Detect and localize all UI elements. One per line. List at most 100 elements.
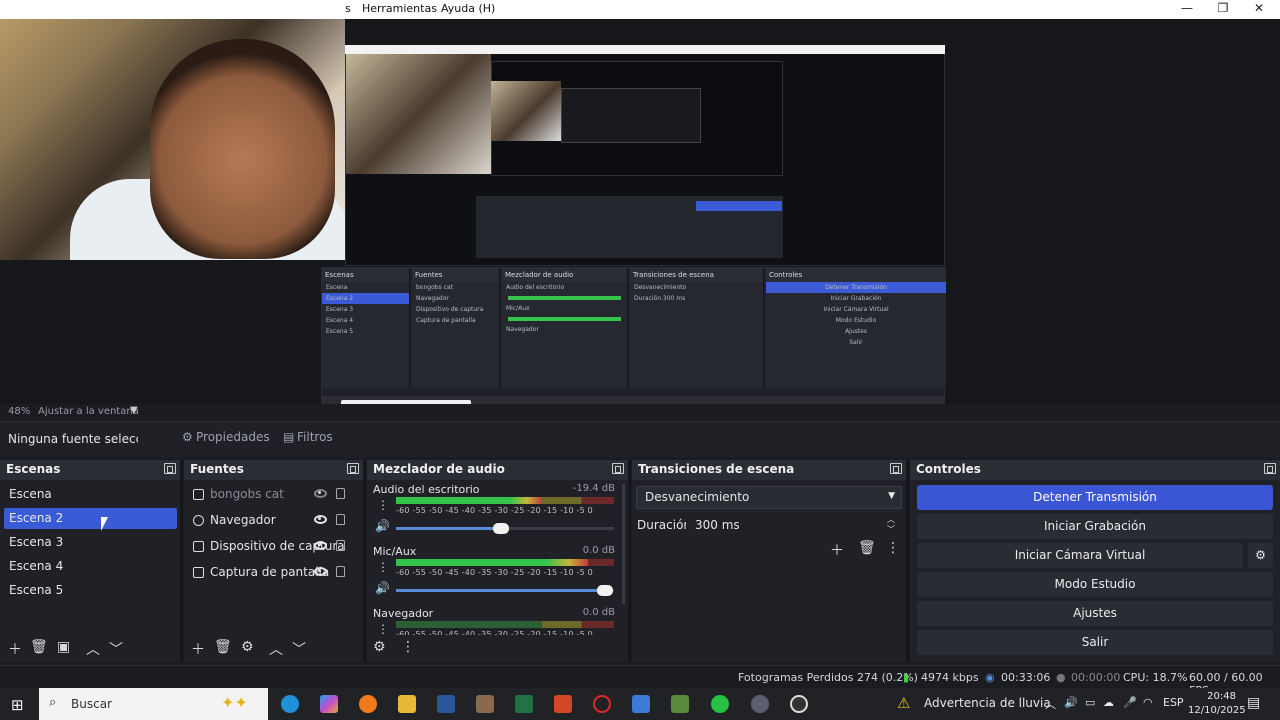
preview-canvas[interactable]: Escenas Escena Escena 2 Escena 3 Escena 4 Esc… xyxy=(0,19,1280,416)
volume-knob[interactable] xyxy=(493,523,509,534)
more-icon[interactable]: ⋮ xyxy=(377,498,389,512)
undock-icon[interactable] xyxy=(890,463,902,474)
more-icon[interactable]: ⋮ xyxy=(377,560,389,574)
source-item[interactable]: Captura de pantalla xyxy=(188,562,360,584)
add-icon[interactable]: ＋ xyxy=(830,540,844,560)
gear-icon[interactable]: ⚙ xyxy=(1248,543,1273,568)
trash-icon[interactable]: 🗑 xyxy=(214,639,232,655)
app-icon[interactable] xyxy=(632,695,650,713)
more-icon[interactable]: ⋮ xyxy=(886,540,900,556)
filters-button[interactable]: Filtros xyxy=(297,430,333,444)
cloud-icon[interactable]: ☁ xyxy=(1103,696,1114,709)
volume-slider[interactable] xyxy=(396,523,614,534)
minecraft-icon[interactable] xyxy=(671,695,689,713)
powerpoint-icon[interactable] xyxy=(554,695,572,713)
chevron-down-icon[interactable]: ▼ xyxy=(130,405,138,416)
transition-select[interactable]: Desvanecimiento ▼ xyxy=(636,486,902,509)
lock-icon[interactable] xyxy=(336,514,345,525)
speaker-icon[interactable]: 🔊 xyxy=(375,519,390,533)
gear-icon[interactable]: ⚙ xyxy=(241,639,254,655)
add-icon[interactable]: ＋ xyxy=(191,639,205,659)
sparkle-icon: ✦✦ xyxy=(221,693,248,712)
excel-icon[interactable] xyxy=(515,695,533,713)
stop-stream-button[interactable]: Detener Transmisión xyxy=(917,485,1273,510)
edge-icon[interactable] xyxy=(281,695,299,713)
trash-icon[interactable]: 🗑 xyxy=(858,540,876,556)
opera-icon[interactable] xyxy=(593,695,611,713)
folder-icon[interactable] xyxy=(398,695,416,713)
microphone-icon[interactable]: 🎤 xyxy=(1123,696,1137,709)
start-virtual-cam-button[interactable]: Iniciar Cámara Virtual xyxy=(917,543,1243,568)
more-icon[interactable]: ⋮ xyxy=(401,639,415,655)
arrow-down-icon[interactable]: ﹀ xyxy=(292,639,306,659)
lock-icon[interactable] xyxy=(336,540,345,551)
trash-icon[interactable]: 🗑 xyxy=(30,639,48,655)
filter-icon[interactable]: ▣ xyxy=(57,639,70,655)
speaker-icon[interactable]: 🔊 xyxy=(375,581,390,595)
start-recording-button[interactable]: Iniciar Grabación xyxy=(917,514,1273,539)
arrow-up-icon[interactable]: ︿ xyxy=(269,639,283,659)
fit-to-window-select[interactable]: Ajustar a la ventana xyxy=(38,406,139,417)
speaker-icon[interactable]: 🔊 xyxy=(1064,696,1078,709)
arrow-down-icon[interactable]: ﹀ xyxy=(109,639,123,659)
source-label: Navegador xyxy=(210,513,276,527)
obs-icon[interactable] xyxy=(790,695,808,713)
scene-item[interactable]: Escena 3 xyxy=(4,532,177,553)
duration-spinbox[interactable]: 300 ms ︿ ﹀ xyxy=(686,514,902,537)
spin-arrows-icon[interactable]: ︿ ﹀ xyxy=(887,515,895,535)
eye-icon[interactable] xyxy=(314,567,327,576)
scrollbar[interactable] xyxy=(622,484,625,604)
lock-icon[interactable] xyxy=(336,566,345,577)
word-icon[interactable] xyxy=(437,695,455,713)
scene-item[interactable]: Escena 5 xyxy=(4,580,177,601)
eye-icon[interactable] xyxy=(314,515,327,524)
undock-icon[interactable] xyxy=(612,463,624,474)
undock-icon[interactable] xyxy=(347,463,359,474)
eye-icon[interactable] xyxy=(314,541,327,550)
scene-item-selected[interactable]: Escena 2 xyxy=(4,508,177,529)
exit-button[interactable]: Salir xyxy=(917,630,1273,655)
copilot-icon[interactable] xyxy=(320,695,338,713)
app-icon[interactable] xyxy=(476,695,494,713)
taskbar-search[interactable]: ⌕ Buscar ✦✦ xyxy=(39,688,268,720)
undock-icon[interactable] xyxy=(164,463,176,474)
app-icon[interactable] xyxy=(751,695,769,713)
wifi-icon[interactable]: ◠ xyxy=(1143,696,1153,709)
studio-mode-button[interactable]: Modo Estudio xyxy=(917,572,1273,597)
source-item[interactable]: bongobs cat xyxy=(188,484,360,506)
language-indicator[interactable]: ESP xyxy=(1163,696,1184,709)
sources-dock: Fuentes bongobs cat Navegador Dispositiv… xyxy=(184,460,366,662)
gear-icon[interactable]: ⚙ xyxy=(373,639,386,655)
scene-item[interactable]: Escena 4 xyxy=(4,556,177,577)
add-icon[interactable]: ＋ xyxy=(8,639,22,659)
chevron-up-icon[interactable]: ︿ xyxy=(1045,696,1056,712)
notification-icon[interactable]: ▤ xyxy=(1247,695,1260,711)
clock-date[interactable]: 12/10/2025 xyxy=(1188,705,1246,716)
menu-herramientas[interactable]: Herramientas xyxy=(362,2,437,15)
properties-button[interactable]: Propiedades xyxy=(196,430,270,444)
settings-button[interactable]: Ajustes xyxy=(917,601,1273,626)
scene-item[interactable]: Escena xyxy=(4,484,177,505)
undock-icon[interactable] xyxy=(1264,463,1276,474)
controls-title: Controles xyxy=(916,462,981,476)
arrow-up-icon[interactable]: ︿ xyxy=(86,639,100,659)
sources-title: Fuentes xyxy=(190,462,244,476)
clock-time[interactable]: 20:48 xyxy=(1202,691,1236,702)
volume-knob[interactable] xyxy=(597,585,613,596)
windows-start-icon[interactable]: ⊞ xyxy=(11,696,24,714)
lock-icon[interactable] xyxy=(336,488,345,499)
maximize-button[interactable]: ❐ xyxy=(1205,0,1241,19)
weather-label[interactable]: Advertencia de lluvia xyxy=(924,696,1051,710)
menu-ayuda[interactable]: Ayuda (H) xyxy=(441,2,495,15)
close-button[interactable]: ✕ xyxy=(1241,0,1277,19)
minimize-button[interactable]: — xyxy=(1169,0,1205,19)
firefox-icon[interactable] xyxy=(359,695,377,713)
volume-slider[interactable] xyxy=(396,585,614,596)
battery-icon[interactable]: ▭ xyxy=(1085,696,1095,709)
whatsapp-icon[interactable] xyxy=(711,695,729,713)
source-item[interactable]: Dispositivo de captura xyxy=(188,536,360,558)
signal-icon: ▮ xyxy=(903,671,910,684)
eye-slash-icon[interactable] xyxy=(314,489,327,498)
more-icon[interactable]: ⋮ xyxy=(377,622,389,635)
source-item[interactable]: Navegador xyxy=(188,510,360,532)
